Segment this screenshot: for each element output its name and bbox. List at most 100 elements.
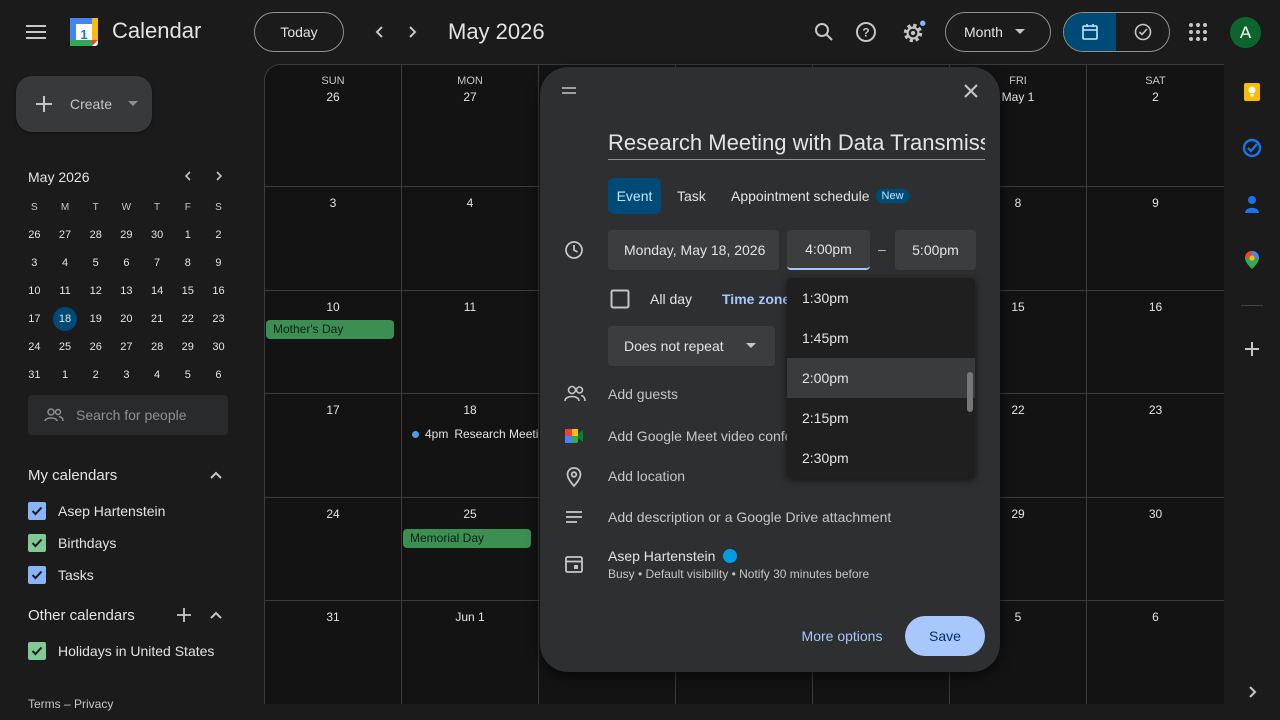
apps-grid-icon[interactable] [1186, 20, 1210, 44]
day-cell[interactable]: 31 [265, 601, 402, 704]
mini-day[interactable]: 31 [19, 361, 50, 389]
keep-icon[interactable] [1242, 82, 1262, 102]
mini-day[interactable]: 28 [80, 221, 111, 249]
mini-day[interactable]: 29 [172, 333, 203, 361]
mini-day[interactable]: 24 [19, 333, 50, 361]
day-number[interactable]: 16 [1087, 300, 1224, 314]
day-number[interactable]: 2 [1087, 90, 1224, 104]
mini-day[interactable]: 30 [142, 221, 173, 249]
settings-gear-icon[interactable] [900, 20, 926, 46]
mini-day[interactable]: 25 [50, 333, 81, 361]
day-cell[interactable]: 30 [1087, 498, 1224, 601]
day-number[interactable]: 31 [265, 610, 401, 624]
mini-day[interactable]: 30 [203, 333, 234, 361]
day-cell[interactable]: SAT 2 [1087, 65, 1224, 187]
time-zone-link[interactable]: Time zone [722, 291, 790, 307]
tab-event[interactable]: Event [608, 178, 661, 214]
day-cell[interactable]: 6 [1087, 601, 1224, 704]
mini-day[interactable]: 21 [142, 305, 173, 333]
tasks-view-icon[interactable] [1116, 13, 1169, 51]
mini-day[interactable]: 15 [172, 277, 203, 305]
previous-month-icon[interactable] [368, 20, 392, 44]
calendar-logo-icon[interactable]: 1 [68, 16, 100, 48]
main-menu-icon[interactable] [20, 16, 52, 48]
calendar-checkbox-icon[interactable] [28, 502, 46, 520]
time-option[interactable]: 2:00pm [787, 358, 975, 398]
save-button[interactable]: Save [905, 616, 985, 656]
create-button[interactable]: Create [16, 76, 152, 132]
event-research-meeting[interactable]: 4pm Research Meeting [412, 427, 538, 441]
event-chip-memorial-day[interactable]: Memorial Day [403, 529, 531, 548]
tasks-app-icon[interactable] [1242, 138, 1262, 158]
mini-day[interactable]: 1 [50, 361, 81, 389]
mini-day[interactable]: 22 [172, 305, 203, 333]
calendar-list-item[interactable]: Asep Hartenstein [28, 502, 165, 520]
day-cell[interactable]: 16 [1087, 291, 1224, 394]
day-cell[interactable]: 17 [265, 394, 402, 498]
mini-day[interactable]: 14 [142, 277, 173, 305]
drag-handle-icon[interactable] [561, 85, 577, 97]
all-day-checkbox[interactable] [610, 289, 630, 309]
mini-next-month-icon[interactable] [211, 168, 227, 184]
calendar-list-item[interactable]: Tasks [28, 566, 94, 584]
more-options-button[interactable]: More options [792, 616, 892, 656]
day-cell[interactable]: 25 Memorial Day [402, 498, 539, 601]
mini-day[interactable]: 6 [203, 361, 234, 389]
help-icon[interactable]: ? [854, 20, 878, 44]
day-number[interactable]: 30 [1087, 507, 1224, 521]
mini-day[interactable]: 10 [19, 277, 50, 305]
calendar-checkbox-icon[interactable] [28, 566, 46, 584]
search-people-input[interactable]: Search for people [28, 395, 228, 435]
repeat-dropdown[interactable]: Does not repeat [608, 326, 775, 366]
time-option[interactable]: 2:15pm [787, 398, 975, 438]
day-number[interactable]: 24 [265, 507, 401, 521]
add-description-field[interactable]: Add description or a Google Drive attach… [608, 509, 891, 525]
day-cell[interactable]: 18 4pm Research Meeting [402, 394, 539, 498]
calendar-view-icon[interactable] [1064, 13, 1117, 51]
expand-side-panel-icon[interactable] [1244, 684, 1260, 700]
mini-day[interactable]: 2 [80, 361, 111, 389]
day-number[interactable]: 10 [265, 300, 401, 314]
mini-day[interactable]: 23 [203, 305, 234, 333]
mini-day[interactable]: 5 [80, 249, 111, 277]
calendar-checkbox-icon[interactable] [28, 642, 46, 660]
end-time-field[interactable]: 5:00pm [895, 230, 976, 270]
collapse-other-calendars-icon[interactable] [208, 607, 224, 623]
day-number[interactable]: 25 [402, 507, 538, 521]
mini-day[interactable]: 26 [80, 333, 111, 361]
mini-day[interactable]: 19 [80, 305, 111, 333]
mini-day[interactable]: 27 [111, 333, 142, 361]
mini-day[interactable]: 9 [203, 249, 234, 277]
mini-day[interactable]: 7 [142, 249, 173, 277]
day-number[interactable]: Jun 1 [402, 610, 538, 624]
tab-task[interactable]: Task [677, 178, 706, 214]
day-number[interactable]: 3 [265, 196, 401, 210]
day-cell[interactable]: 4 [402, 187, 539, 291]
mini-day[interactable]: 11 [50, 277, 81, 305]
add-location-field[interactable]: Add location [608, 468, 685, 484]
next-month-icon[interactable] [400, 20, 424, 44]
time-option[interactable]: 1:45pm [787, 318, 975, 358]
day-number[interactable]: 6 [1087, 610, 1224, 624]
terms-privacy-links[interactable]: Terms – Privacy [28, 697, 113, 711]
mini-day[interactable]: 5 [172, 361, 203, 389]
mini-day[interactable]: 4 [142, 361, 173, 389]
day-cell[interactable]: MON 27 [402, 65, 539, 187]
day-cell[interactable]: 9 [1087, 187, 1224, 291]
collapse-my-calendars-icon[interactable] [208, 467, 224, 483]
mini-day[interactable]: 4 [50, 249, 81, 277]
mini-day[interactable]: 29 [111, 221, 142, 249]
get-addons-plus-icon[interactable] [1242, 339, 1262, 359]
my-calendars-title[interactable]: My calendars [28, 467, 117, 484]
mini-day[interactable]: 16 [203, 277, 234, 305]
day-number[interactable]: 23 [1087, 403, 1224, 417]
calendar-list-item[interactable]: Birthdays [28, 534, 116, 552]
event-date-field[interactable]: Monday, May 18, 2026 [608, 230, 779, 270]
maps-icon[interactable] [1242, 250, 1262, 270]
day-number[interactable]: 4 [402, 196, 538, 210]
account-avatar[interactable]: A [1230, 17, 1261, 48]
mini-day[interactable]: 28 [142, 333, 173, 361]
mini-day[interactable]: 12 [80, 277, 111, 305]
day-cell[interactable]: SUN 26 [265, 65, 402, 187]
event-chip-mothers-day[interactable]: Mother's Day [266, 320, 394, 339]
